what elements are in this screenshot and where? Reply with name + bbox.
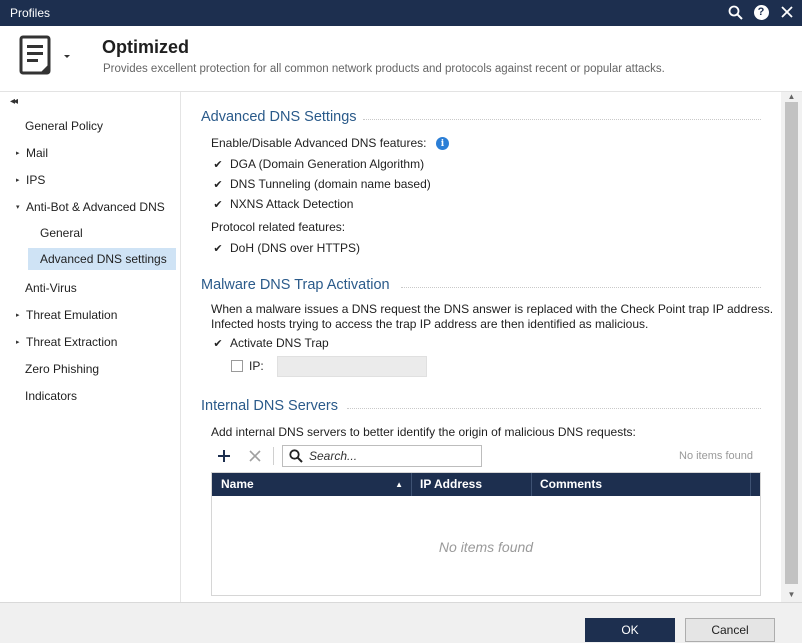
main-content: Advanced DNS Settings Enable/Disable Adv… (181, 92, 781, 602)
internal-dns-description: Add internal DNS servers to better ident… (211, 425, 636, 439)
ip-label: IP: (249, 359, 264, 373)
checkbox-row-nxns[interactable]: ✔ NXNS Attack Detection (212, 197, 353, 211)
search-input[interactable] (309, 449, 469, 463)
sidebar-item-zero-phishing[interactable]: Zero Phishing (25, 358, 99, 380)
checkbox-label: DoH (DNS over HTTPS) (230, 241, 361, 255)
sidebar-item-threat-extraction[interactable]: ▸ Threat Extraction (16, 331, 117, 353)
trap-description-line1: When a malware issues a DNS request the … (211, 302, 774, 316)
checkbox-activate-dns-trap[interactable]: ✔ (212, 337, 224, 350)
toolbar-divider (273, 447, 274, 465)
page-description: Provides excellent protection for all co… (103, 63, 665, 75)
cancel-button[interactable]: Cancel (685, 618, 775, 642)
profile-icon-menu-button[interactable] (18, 35, 72, 77)
checkbox-row-dga[interactable]: ✔ DGA (Domain Generation Algorithm) (212, 157, 424, 171)
trap-description-line2: Infected hosts trying to access the trap… (211, 317, 649, 331)
table-header: Name ▲ IP Address Comments (212, 473, 760, 496)
sort-ascending-icon: ▲ (395, 480, 403, 489)
column-header-comments[interactable]: Comments (531, 473, 750, 496)
help-icon[interactable]: ? (752, 3, 770, 21)
expand-caret-icon[interactable]: ▸ (16, 170, 24, 192)
checkbox-dns-tunneling[interactable]: ✔ (212, 178, 224, 191)
collapse-sidebar-icon[interactable]: ◂◂ (10, 96, 18, 107)
sidebar-item-general-policy[interactable]: General Policy (25, 115, 103, 137)
checkbox-row-dns-tunneling[interactable]: ✔ DNS Tunneling (domain name based) (212, 177, 431, 191)
sidebar-item-mail[interactable]: ▸ Mail (16, 142, 48, 164)
window-titlebar: Profiles ? (0, 0, 802, 26)
column-header-name[interactable]: Name ▲ (212, 473, 411, 496)
chevron-down-icon (64, 55, 70, 58)
remove-icon[interactable] (245, 446, 265, 466)
profile-document-icon (19, 35, 51, 75)
ok-button[interactable]: OK (585, 618, 675, 642)
close-icon[interactable] (778, 3, 796, 21)
checkbox-dga[interactable]: ✔ (212, 158, 224, 171)
add-icon[interactable] (214, 446, 234, 466)
checkbox-row-ip[interactable]: IP: (231, 359, 264, 373)
search-field[interactable] (282, 445, 482, 467)
ip-address-input[interactable] (277, 356, 427, 377)
column-header-ip-address[interactable]: IP Address (411, 473, 531, 496)
checkbox-label: DNS Tunneling (domain name based) (230, 177, 431, 191)
profile-header: Optimized Provides excellent protection … (0, 26, 802, 92)
sidebar-item-threat-emulation[interactable]: ▸ Threat Emulation (16, 304, 117, 326)
section-title-malware-trap: Malware DNS Trap Activation (201, 277, 390, 293)
sidebar-item-anti-virus[interactable]: Anti-Virus (25, 277, 77, 299)
sidebar-item-anti-bot-advanced-dns[interactable]: ▾ Anti-Bot & Advanced DNS (16, 196, 165, 218)
info-icon[interactable]: i (436, 137, 449, 150)
vertical-scrollbar[interactable]: ▲ ▼ (781, 92, 802, 602)
enable-features-label: Enable/Disable Advanced DNS features: (211, 136, 427, 150)
section-title-advanced-dns: Advanced DNS Settings (201, 109, 357, 125)
dialog-footer: OK Cancel (0, 602, 802, 643)
checkbox-nxns[interactable]: ✔ (212, 198, 224, 211)
sidebar-item-indicators[interactable]: Indicators (25, 385, 77, 407)
section-divider (347, 408, 761, 409)
titlebar-icons: ? (726, 3, 796, 21)
checkbox-doh[interactable]: ✔ (212, 242, 224, 255)
sidebar: ◂◂ General Policy ▸ Mail ▸ IPS ▾ Anti-Bot &… (0, 92, 181, 602)
window-title: Profiles (10, 6, 51, 20)
scrollbar-thumb[interactable] (785, 102, 798, 584)
sidebar-item-ips[interactable]: ▸ IPS (16, 169, 45, 191)
expand-caret-icon[interactable]: ▸ (16, 332, 24, 354)
expand-caret-icon[interactable]: ▸ (16, 305, 24, 327)
search-icon[interactable] (726, 3, 744, 21)
protocol-features-label: Protocol related features: (211, 220, 346, 234)
page-title: Optimized (102, 37, 190, 57)
expand-caret-icon[interactable]: ▸ (16, 143, 24, 165)
collapse-caret-icon[interactable]: ▾ (16, 197, 24, 219)
no-items-status: No items found (679, 450, 753, 462)
section-title-internal-dns: Internal DNS Servers (201, 398, 338, 414)
checkbox-row-activate-trap[interactable]: ✔ Activate DNS Trap (212, 336, 329, 350)
sidebar-item-general[interactable]: General (40, 222, 83, 244)
checkbox-label: NXNS Attack Detection (230, 197, 354, 211)
sidebar-item-advanced-dns-settings[interactable]: Advanced DNS settings (28, 248, 176, 270)
checkbox-label: DGA (Domain Generation Algorithm) (230, 157, 425, 171)
scroll-down-icon[interactable]: ▼ (781, 586, 802, 602)
search-icon (289, 449, 303, 463)
table-empty-message: No items found (438, 539, 534, 555)
checkbox-label: Activate DNS Trap (230, 336, 329, 350)
checkbox-row-doh[interactable]: ✔ DoH (DNS over HTTPS) (212, 241, 360, 255)
section-divider (401, 287, 761, 288)
column-separator (750, 473, 751, 496)
checkbox-ip[interactable] (231, 360, 243, 372)
section-divider (363, 119, 761, 120)
dns-servers-table: Name ▲ IP Address Comments No items foun… (211, 472, 761, 596)
